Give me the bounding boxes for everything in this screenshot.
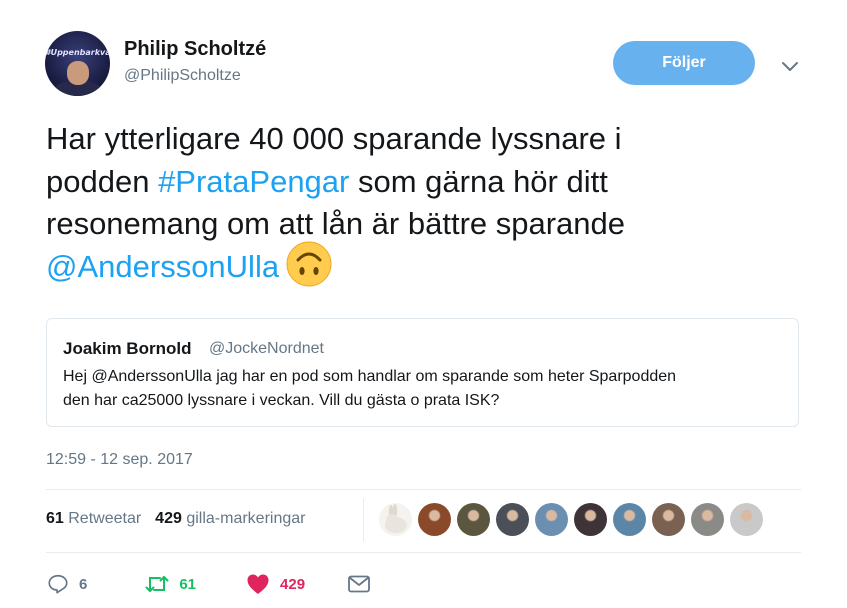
envelope-icon bbox=[347, 574, 371, 594]
liker-avatar[interactable] bbox=[691, 503, 724, 536]
reply-action[interactable]: 6 bbox=[47, 573, 87, 595]
avatar-hashtag-text: #Uppenbarkvall bbox=[45, 48, 110, 57]
retweets-stat[interactable]: 61 Retweetar bbox=[46, 510, 141, 528]
hashtag-link[interactable]: #PrataPengar bbox=[158, 164, 349, 199]
quoted-author-name: Joakim Bornold bbox=[63, 339, 192, 358]
avatar-face bbox=[67, 61, 89, 85]
liker-avatar[interactable] bbox=[652, 503, 685, 536]
heart-icon bbox=[246, 573, 270, 595]
tweet-text-fragment: som gärna hör ditt bbox=[349, 163, 608, 199]
liker-avatar[interactable] bbox=[418, 503, 451, 536]
retweets-label: Retweetar bbox=[68, 510, 142, 527]
quoted-tweet-text: Hej @AnderssonUlla jag har en pod som ha… bbox=[63, 365, 783, 413]
direct-message-action[interactable] bbox=[347, 574, 371, 594]
retweet-icon bbox=[145, 573, 169, 595]
liker-avatar[interactable] bbox=[730, 503, 763, 536]
tweet-text: Har ytterligare 40 000 sparande lyssnare… bbox=[46, 118, 806, 288]
reply-count: 6 bbox=[79, 575, 88, 593]
liker-avatar[interactable] bbox=[496, 503, 529, 536]
tweet-text-fragment: podden bbox=[46, 163, 159, 199]
like-action[interactable]: 429 bbox=[246, 573, 305, 595]
tweet-stats: 61 Retweetar 429 gilla-markeringar bbox=[46, 510, 305, 528]
liker-avatar[interactable] bbox=[574, 503, 607, 536]
liker-avatars bbox=[379, 503, 763, 536]
liker-avatar[interactable] bbox=[535, 503, 568, 536]
divider bbox=[46, 489, 801, 490]
chevron-down-icon[interactable] bbox=[779, 55, 801, 77]
tweet-line: @AnderssonUlla bbox=[46, 241, 806, 289]
retweet-count: 61 bbox=[179, 575, 197, 593]
mention-link[interactable]: @AnderssonUlla bbox=[46, 249, 279, 284]
tweet-line: resonemang om att lån är bättre sparande bbox=[46, 206, 626, 241]
author-handle[interactable]: @PhilipScholtze bbox=[124, 67, 241, 85]
upside-down-face-icon bbox=[285, 240, 333, 288]
reply-icon bbox=[47, 573, 69, 595]
tweet-timestamp[interactable]: 12:59 - 12 sep. 2017 bbox=[46, 451, 193, 469]
following-button[interactable]: Följer bbox=[613, 41, 755, 85]
likes-count: 429 bbox=[155, 510, 182, 527]
likes-label: gilla-markeringar bbox=[186, 510, 306, 527]
stats-separator bbox=[363, 498, 364, 542]
quoted-author-handle: @JockeNordnet bbox=[209, 340, 324, 357]
divider bbox=[46, 552, 801, 553]
liker-avatar[interactable] bbox=[457, 503, 490, 536]
retweet-action[interactable]: 61 bbox=[145, 573, 196, 595]
tweet-actions: 6 61 429 bbox=[47, 573, 371, 595]
author-name[interactable]: Philip Scholtzé bbox=[124, 38, 266, 61]
tweet-line: podden #PrataPengar som gärna hör ditt bbox=[46, 161, 806, 204]
quoted-line: Hej @AnderssonUlla jag har en pod som ha… bbox=[63, 368, 677, 385]
quoted-tweet[interactable]: Joakim Bornold @JockeNordnet Hej @Anders… bbox=[46, 318, 799, 427]
likes-stat[interactable]: 429 gilla-markeringar bbox=[155, 510, 305, 528]
liker-avatar[interactable] bbox=[613, 503, 646, 536]
like-count: 429 bbox=[280, 575, 306, 593]
liker-avatar[interactable] bbox=[379, 503, 412, 536]
author-avatar[interactable]: #Uppenbarkvall bbox=[45, 31, 110, 96]
retweets-count: 61 bbox=[46, 510, 64, 527]
quoted-line: den har ca25000 lyssnare i veckan. Vill … bbox=[63, 392, 500, 409]
tweet-line: Har ytterligare 40 000 sparande lyssnare… bbox=[46, 121, 622, 156]
